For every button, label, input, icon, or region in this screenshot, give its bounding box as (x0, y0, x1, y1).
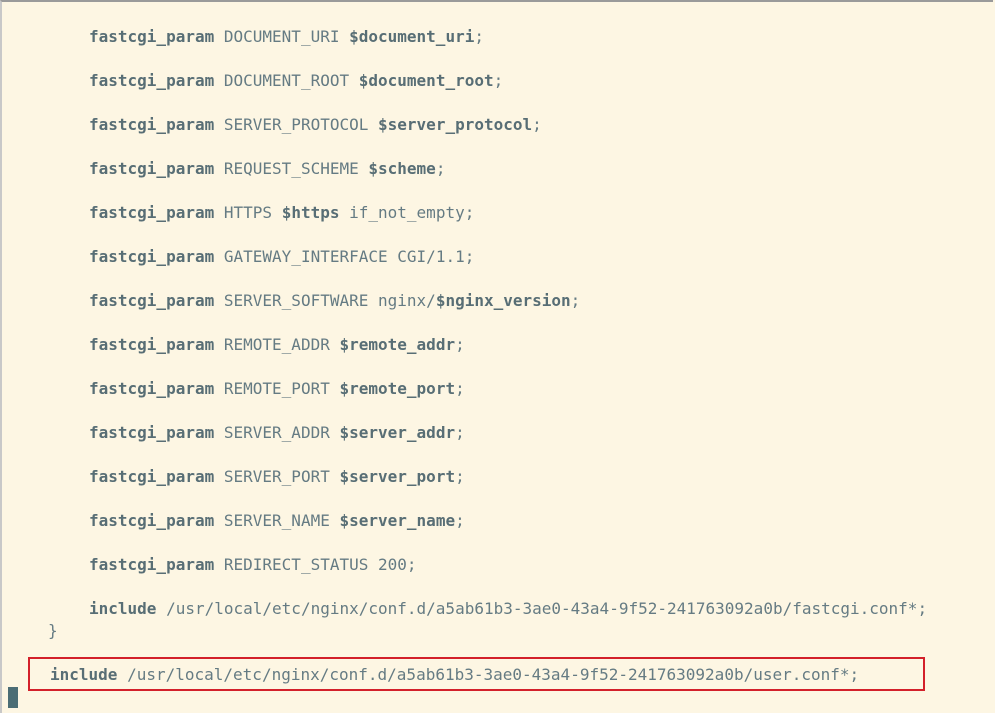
code-line: fastcgi_param REDIRECT_STATUS 200; (89, 554, 417, 576)
param-name: REQUEST_SCHEME (223, 159, 359, 178)
line-tail: CGI/1.1; (397, 247, 475, 266)
directive-keyword: fastcgi_param (89, 555, 215, 574)
directive-keyword: fastcgi_param (89, 291, 215, 310)
directive-keyword: fastcgi_param (89, 379, 215, 398)
code-line: fastcgi_param DOCUMENT_URI $document_uri… (89, 26, 484, 48)
code-line: fastcgi_param SERVER_NAME $server_name; (89, 510, 465, 532)
directive-keyword: fastcgi_param (89, 27, 215, 46)
param-prefix: nginx/ (378, 291, 436, 310)
code-line: fastcgi_param DOCUMENT_ROOT $document_ro… (89, 70, 503, 92)
include-fastcgi-line: include /usr/local/etc/nginx/conf.d/a5ab… (89, 598, 927, 620)
param-name: SERVER_PORT (223, 467, 330, 486)
line-tail: 200; (378, 555, 417, 574)
code-line: fastcgi_param SERVER_SOFTWARE nginx/$ngi… (89, 290, 580, 312)
directive-keyword: fastcgi_param (89, 467, 215, 486)
param-name: GATEWAY_INTERFACE (223, 247, 388, 266)
include-user-line: include /usr/local/etc/nginx/conf.d/a5ab… (50, 664, 859, 686)
line-tail: ; (493, 71, 504, 90)
line-tail: ; (570, 291, 581, 310)
line-tail: ; (455, 335, 465, 354)
directive-keyword: fastcgi_param (89, 511, 215, 530)
include-path: /usr/local/etc/nginx/conf.d/a5ab61b3-3ae… (166, 599, 928, 618)
param-variable: $scheme (368, 159, 436, 178)
directive-keyword: fastcgi_param (89, 247, 215, 266)
code-line: fastcgi_param REMOTE_PORT $remote_port; (89, 378, 465, 400)
param-variable: $server_name (339, 511, 456, 530)
line-tail: ; (532, 115, 542, 134)
param-variable: $document_uri (349, 27, 475, 46)
param-variable: $server_addr (339, 423, 456, 442)
param-name: SERVER_SOFTWARE (223, 291, 369, 310)
param-variable: $remote_addr (339, 335, 456, 354)
line-tail: ; (455, 379, 465, 398)
param-name: SERVER_ADDR (223, 423, 330, 442)
code-line: fastcgi_param SERVER_ADDR $server_addr; (89, 422, 465, 444)
param-name: SERVER_PROTOCOL (223, 115, 369, 134)
directive-keyword: fastcgi_param (89, 203, 215, 222)
param-name: DOCUMENT_ROOT (223, 71, 350, 90)
include-path: /usr/local/etc/nginx/conf.d/a5ab61b3-3ae… (127, 665, 860, 684)
param-name: SERVER_NAME (223, 511, 330, 530)
code-line: fastcgi_param HTTPS $https if_not_empty; (89, 202, 474, 224)
include-keyword: include (89, 599, 157, 618)
line-tail: ; (455, 467, 465, 486)
param-name: HTTPS (223, 203, 273, 222)
directive-keyword: fastcgi_param (89, 115, 215, 134)
directive-keyword: fastcgi_param (89, 159, 215, 178)
param-variable: $server_protocol (378, 115, 533, 134)
param-variable: $nginx_version (435, 291, 571, 310)
closing-brace: } (48, 621, 58, 640)
code-line: fastcgi_param REMOTE_ADDR $remote_addr; (89, 334, 465, 356)
param-name: REMOTE_PORT (223, 379, 330, 398)
param-name: DOCUMENT_URI (223, 27, 340, 46)
code-line: fastcgi_param REQUEST_SCHEME $scheme; (89, 158, 445, 180)
line-tail: ; (474, 27, 484, 46)
code-line: fastcgi_param SERVER_PROTOCOL $server_pr… (89, 114, 542, 136)
line-tail: ; (435, 159, 446, 178)
text-cursor (8, 687, 18, 708)
include-keyword: include (50, 665, 118, 684)
code-line: fastcgi_param GATEWAY_INTERFACE CGI/1.1; (89, 246, 474, 268)
param-name: REDIRECT_STATUS (223, 555, 369, 574)
line-tail: ; (455, 511, 465, 530)
directive-keyword: fastcgi_param (89, 335, 215, 354)
param-name: REMOTE_ADDR (223, 335, 330, 354)
param-variable: $remote_port (339, 379, 456, 398)
line-tail: ; (455, 423, 465, 442)
code-line: fastcgi_param SERVER_PORT $server_port; (89, 466, 465, 488)
directive-keyword: fastcgi_param (89, 423, 215, 442)
line-tail: if_not_empty; (339, 203, 475, 222)
param-variable: $server_port (339, 467, 456, 486)
directive-keyword: fastcgi_param (89, 71, 215, 90)
param-variable: $document_root (358, 71, 494, 90)
param-variable: $https (281, 203, 340, 222)
